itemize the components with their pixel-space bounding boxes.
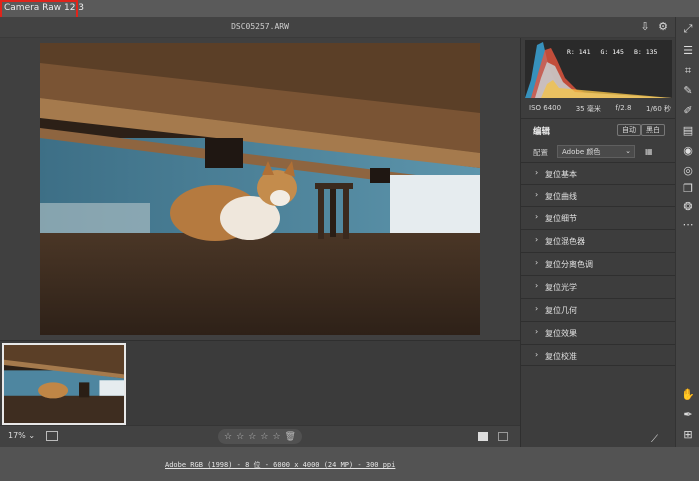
chevron-right-icon: › bbox=[535, 235, 539, 244]
gear-icon[interactable]: ⚙ bbox=[656, 20, 670, 34]
redeye-icon[interactable]: ◎ bbox=[680, 163, 696, 179]
chevron-right-icon: › bbox=[535, 168, 539, 177]
profile-browser-icon[interactable]: ▦ bbox=[645, 147, 653, 156]
radial-icon[interactable]: ◉ bbox=[680, 143, 696, 159]
section-effects[interactable]: › 复位效果 bbox=[521, 321, 676, 343]
b-value: B: 135 bbox=[633, 48, 658, 56]
iso-value: ISO 6400 bbox=[529, 104, 562, 112]
profile-select[interactable]: Adobe 颜色 ⌄ bbox=[557, 145, 635, 158]
presets-icon[interactable]: ❂ bbox=[680, 199, 696, 215]
profile-value: Adobe 颜色 bbox=[562, 148, 601, 156]
compare-view-icon[interactable] bbox=[498, 432, 508, 441]
r-value: R: 141 bbox=[567, 48, 591, 56]
chevron-down-icon: ⌄ bbox=[625, 147, 631, 155]
profile-row: 配置 Adobe 颜色 ⌄ ▦ bbox=[521, 142, 676, 162]
section-calibration[interactable]: › 复位校准 bbox=[521, 344, 676, 366]
section-label: 复位效果 bbox=[545, 329, 577, 338]
bw-button[interactable]: 黑白 bbox=[641, 124, 665, 136]
save-icon[interactable]: ⇩ bbox=[638, 20, 652, 34]
sampler-icon[interactable]: ✒ bbox=[680, 407, 696, 423]
gradient-icon[interactable]: ▤ bbox=[680, 123, 696, 139]
section-label: 复位光学 bbox=[545, 283, 577, 292]
star-icon[interactable]: ☆ bbox=[224, 432, 232, 442]
view-mode-icon[interactable] bbox=[478, 432, 488, 441]
star-icon[interactable]: ☆ bbox=[272, 432, 280, 442]
aperture-value: f/2.8 bbox=[615, 104, 632, 112]
title-bar: Camera Raw 12.3 bbox=[0, 0, 699, 17]
top-bar: DSC05257.ARW ⇩ ⚙ bbox=[0, 17, 675, 38]
section-curve[interactable]: › 复位曲线 bbox=[521, 184, 676, 206]
chevron-right-icon: › bbox=[535, 327, 539, 336]
chevron-right-icon: › bbox=[535, 212, 539, 221]
star-icon[interactable]: ☆ bbox=[248, 432, 256, 442]
zoom-select[interactable]: 17% ⌄ bbox=[8, 431, 35, 440]
rating-bar: ☆ ☆ ☆ ☆ ☆ 🗑 bbox=[218, 429, 302, 444]
status-bar: Adobe RGB (1998) - 8 位 - 6000 x 4000 (24… bbox=[0, 447, 699, 481]
filename-label: DSC05257.ARW bbox=[231, 22, 289, 31]
rgb-readout: R: 141 G: 145 B: 135 bbox=[567, 48, 657, 56]
workflow-options-link[interactable]: Adobe RGB (1998) - 8 位 - 6000 x 4000 (24… bbox=[165, 460, 395, 470]
brush-icon[interactable]: ✐ bbox=[680, 103, 696, 119]
section-label: 复位细节 bbox=[545, 214, 577, 223]
edit-panel: R: 141 G: 145 B: 135 ISO 6400 35 毫米 f/2.… bbox=[520, 38, 676, 447]
filmstrip-thumbnail[interactable] bbox=[2, 343, 126, 425]
more-icon[interactable]: ⋯ bbox=[680, 217, 696, 233]
hand-icon[interactable]: ✋ bbox=[680, 387, 696, 403]
tool-strip: ⤢ ☰ ⌗ ✎ ✐ ▤ ◉ ◎ ❐ ❂ ⋯ ✋ ✒ ⊞ bbox=[675, 17, 699, 447]
section-mixer[interactable]: › 复位混色器 bbox=[521, 229, 676, 251]
g-value: G: 145 bbox=[600, 48, 624, 56]
filmstrip bbox=[0, 340, 520, 425]
section-basic[interactable]: › 复位基本 bbox=[521, 162, 676, 184]
chevron-right-icon: › bbox=[535, 190, 539, 199]
snapshots-icon[interactable]: ❐ bbox=[680, 181, 696, 197]
sliders-icon[interactable]: ☰ bbox=[680, 43, 696, 59]
section-label: 复位基本 bbox=[545, 170, 577, 179]
exif-info: ISO 6400 35 毫米 f/2.8 1/60 秒 bbox=[529, 104, 671, 114]
eyedropper-icon[interactable]: ⟋ bbox=[651, 434, 658, 445]
section-label: 复位混色器 bbox=[545, 237, 585, 246]
focal-length: 35 毫米 bbox=[575, 105, 601, 113]
section-label: 复位校准 bbox=[545, 352, 577, 361]
section-optics[interactable]: › 复位光学 bbox=[521, 275, 676, 297]
star-icon[interactable]: ☆ bbox=[236, 432, 244, 442]
chevron-right-icon: › bbox=[535, 281, 539, 290]
section-split-toning[interactable]: › 复位分离色调 bbox=[521, 252, 676, 274]
bottom-toolbar: 17% ⌄ ☆ ☆ ☆ ☆ ☆ 🗑 bbox=[0, 425, 520, 447]
edit-title: 编辑 bbox=[533, 127, 551, 137]
trash-icon[interactable]: 🗑 bbox=[285, 432, 296, 442]
expand-icon[interactable]: ⤢ bbox=[680, 21, 696, 37]
edit-header: 编辑 自动 黑白 bbox=[521, 118, 676, 140]
chevron-right-icon: › bbox=[535, 350, 539, 359]
shutter-speed: 1/60 秒 bbox=[646, 105, 671, 113]
healing-icon[interactable]: ✎ bbox=[680, 83, 696, 99]
crop-icon[interactable]: ⌗ bbox=[680, 63, 696, 79]
profile-label: 配置 bbox=[533, 148, 548, 157]
section-label: 复位分离色调 bbox=[545, 260, 593, 269]
section-geometry[interactable]: › 复位几何 bbox=[521, 298, 676, 320]
chevron-right-icon: › bbox=[535, 304, 539, 313]
auto-button[interactable]: 自动 bbox=[617, 124, 641, 136]
photo-preview bbox=[40, 43, 480, 335]
filmstrip-toggle-icon[interactable] bbox=[46, 431, 58, 441]
section-label: 复位几何 bbox=[545, 306, 577, 315]
chevron-right-icon: › bbox=[535, 258, 539, 267]
section-detail[interactable]: › 复位细节 bbox=[521, 206, 676, 228]
image-canvas[interactable] bbox=[0, 38, 520, 340]
overlay-icon[interactable]: ⊞ bbox=[680, 427, 696, 443]
histogram: R: 141 G: 145 B: 135 bbox=[525, 40, 672, 98]
star-icon[interactable]: ☆ bbox=[260, 432, 268, 442]
section-label: 复位曲线 bbox=[545, 192, 577, 201]
